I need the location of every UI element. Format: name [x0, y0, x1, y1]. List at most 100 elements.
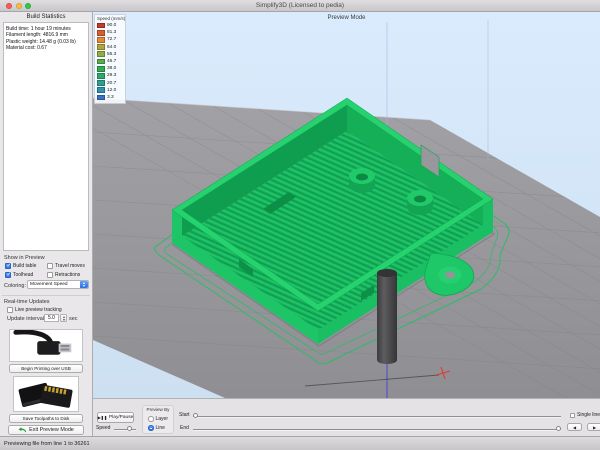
coloring-dropdown[interactable]: Movement Speed — [27, 280, 89, 289]
window-controls — [6, 3, 31, 9]
exit-preview-label: Exit Preview Mode — [29, 427, 74, 433]
radio-line-circle[interactable] — [148, 425, 154, 431]
legend-swatch — [97, 66, 105, 72]
build-statistics-header: Build Statistics — [0, 12, 92, 20]
legend-swatch — [97, 37, 105, 43]
play-pause-icon: ▶❚❚ — [98, 415, 107, 420]
play-pause-label: Play/Pause — [109, 415, 133, 420]
step-back-button[interactable]: ◀ — [567, 423, 582, 431]
checkbox-toolhead-label: Toolhead — [13, 272, 33, 278]
legend-swatch — [97, 30, 105, 36]
legend-swatch — [97, 23, 105, 29]
sd-card-image — [13, 376, 79, 412]
legend-swatch — [97, 59, 105, 65]
update-interval-unit: sec — [69, 316, 78, 322]
checkbox-retractions[interactable]: Retractions — [47, 272, 80, 278]
checkbox-single-line[interactable]: Single line only — [570, 412, 600, 418]
status-text: Previewing file from line 1 to 36261 — [4, 441, 90, 447]
checkbox-travel-moves-box[interactable] — [47, 263, 53, 269]
radio-layer-label: Layer — [156, 416, 169, 422]
viewport[interactable]: Preview Mode Speed (mm/s) 90.0 81.3 72.7… — [93, 12, 600, 398]
close-button[interactable] — [6, 3, 12, 9]
realtime-updates-label: Real-time Updates — [4, 299, 50, 305]
update-interval-field[interactable]: 5.0 — [44, 314, 59, 322]
legend-swatch — [97, 87, 105, 93]
step-forward-icon: ▶ — [593, 425, 596, 430]
checkbox-toolhead-box[interactable] — [5, 272, 11, 278]
radio-layer[interactable]: Layer — [148, 416, 168, 422]
checkbox-single-line-box[interactable] — [570, 413, 575, 418]
legend-row: 29.3 — [97, 72, 123, 79]
checkbox-build-table-label: Build table — [13, 263, 36, 269]
radio-line-label: Line — [156, 425, 165, 431]
checkbox-live-preview-label: Live preview tracking — [15, 307, 62, 313]
checkbox-single-line-label: Single line only — [577, 412, 600, 418]
speed-label: Speed — [96, 425, 110, 431]
speed-legend: Speed (mm/s) 90.0 81.3 72.7 64.0 55.3 46… — [94, 14, 126, 104]
minimize-button[interactable] — [16, 3, 22, 9]
zoom-button[interactable] — [25, 3, 31, 9]
update-interval-label: Update interval: — [7, 316, 46, 322]
usb-cable-image — [9, 329, 83, 362]
end-slider[interactable] — [193, 429, 561, 430]
app-window: Simplify3D (Licensed to pedia) Build Sta… — [0, 0, 600, 450]
standoff-boss-2 — [407, 190, 433, 215]
begin-printing-usb-label: Begin Printing over USB — [21, 366, 71, 371]
stat-material-cost: Material cost: 0.67 — [6, 45, 86, 51]
show-in-preview-label: Show in Preview — [4, 255, 45, 261]
build-statistics-box: Build time: 1 hour 19 minutes Filament l… — [3, 22, 89, 251]
start-slider[interactable] — [193, 416, 561, 417]
dropdown-arrows-icon[interactable] — [80, 281, 88, 288]
legend-row: 90.0 — [97, 22, 123, 29]
legend-swatch — [97, 44, 105, 50]
preview-by-group: Preview By Layer Line — [142, 405, 174, 434]
begin-printing-usb-button[interactable]: Begin Printing over USB — [9, 364, 83, 373]
legend-row: 12.0 — [97, 87, 123, 94]
legend-swatch — [97, 73, 105, 79]
radio-layer-circle[interactable] — [148, 416, 154, 422]
legend-row: 46.7 — [97, 58, 123, 65]
standoff-boss-1 — [349, 168, 375, 193]
usb-cable-drawing — [10, 329, 82, 362]
statusbar: Previewing file from line 1 to 36261 — [0, 436, 600, 450]
radio-line[interactable]: Line — [148, 425, 165, 431]
left-panel: Build Statistics Build time: 1 hour 19 m… — [0, 12, 93, 436]
checkbox-live-preview-box[interactable] — [7, 307, 13, 313]
preview-by-label: Preview By — [143, 407, 173, 412]
preview-controlbar: ▶❚❚ Play/Pause Speed Preview By Layer Li… — [93, 398, 600, 436]
speed-slider[interactable] — [114, 429, 136, 430]
update-interval-stepper[interactable] — [60, 314, 67, 322]
checkbox-build-table[interactable]: Build table — [5, 263, 36, 269]
legend-row: 72.7 — [97, 36, 123, 43]
step-forward-button[interactable]: ▶ — [587, 423, 600, 431]
play-pause-button[interactable]: ▶❚❚ Play/Pause — [97, 412, 134, 423]
save-toolpaths-label: Save Toolpaths to Disk — [23, 416, 70, 421]
save-toolpaths-button[interactable]: Save Toolpaths to Disk — [9, 414, 83, 423]
coloring-dropdown-value: Movement Speed — [30, 282, 68, 287]
window-title: Simplify3D (Licensed to pedia) — [0, 0, 600, 12]
speed-slider-knob[interactable] — [127, 426, 132, 431]
checkbox-travel-moves[interactable]: Travel moves — [47, 263, 85, 269]
legend-swatch — [97, 95, 105, 101]
exit-arrow-icon — [18, 427, 27, 433]
end-label: End — [180, 425, 189, 431]
end-slider-knob[interactable] — [556, 426, 561, 431]
checkbox-travel-moves-label: Travel moves — [55, 263, 85, 269]
legend-row: 81.3 — [97, 29, 123, 36]
legend-row: 3.3 — [97, 94, 123, 101]
viewport-3d-scene[interactable] — [93, 12, 600, 398]
checkbox-live-preview-tracking[interactable]: Live preview tracking — [7, 307, 62, 313]
legend-swatch — [97, 51, 105, 57]
legend-swatch — [97, 80, 105, 86]
checkbox-toolhead[interactable]: Toolhead — [5, 272, 33, 278]
legend-row: 55.3 — [97, 51, 123, 58]
checkbox-retractions-box[interactable] — [47, 272, 53, 278]
checkbox-build-table-box[interactable] — [5, 263, 11, 269]
step-back-icon: ◀ — [573, 425, 576, 430]
checkbox-retractions-label: Retractions — [55, 272, 80, 278]
exit-preview-button[interactable]: Exit Preview Mode — [8, 425, 84, 435]
section-divider — [2, 295, 90, 296]
coloring-label: Coloring: — [4, 283, 26, 289]
start-slider-knob[interactable] — [193, 413, 198, 418]
legend-row: 20.7 — [97, 80, 123, 87]
